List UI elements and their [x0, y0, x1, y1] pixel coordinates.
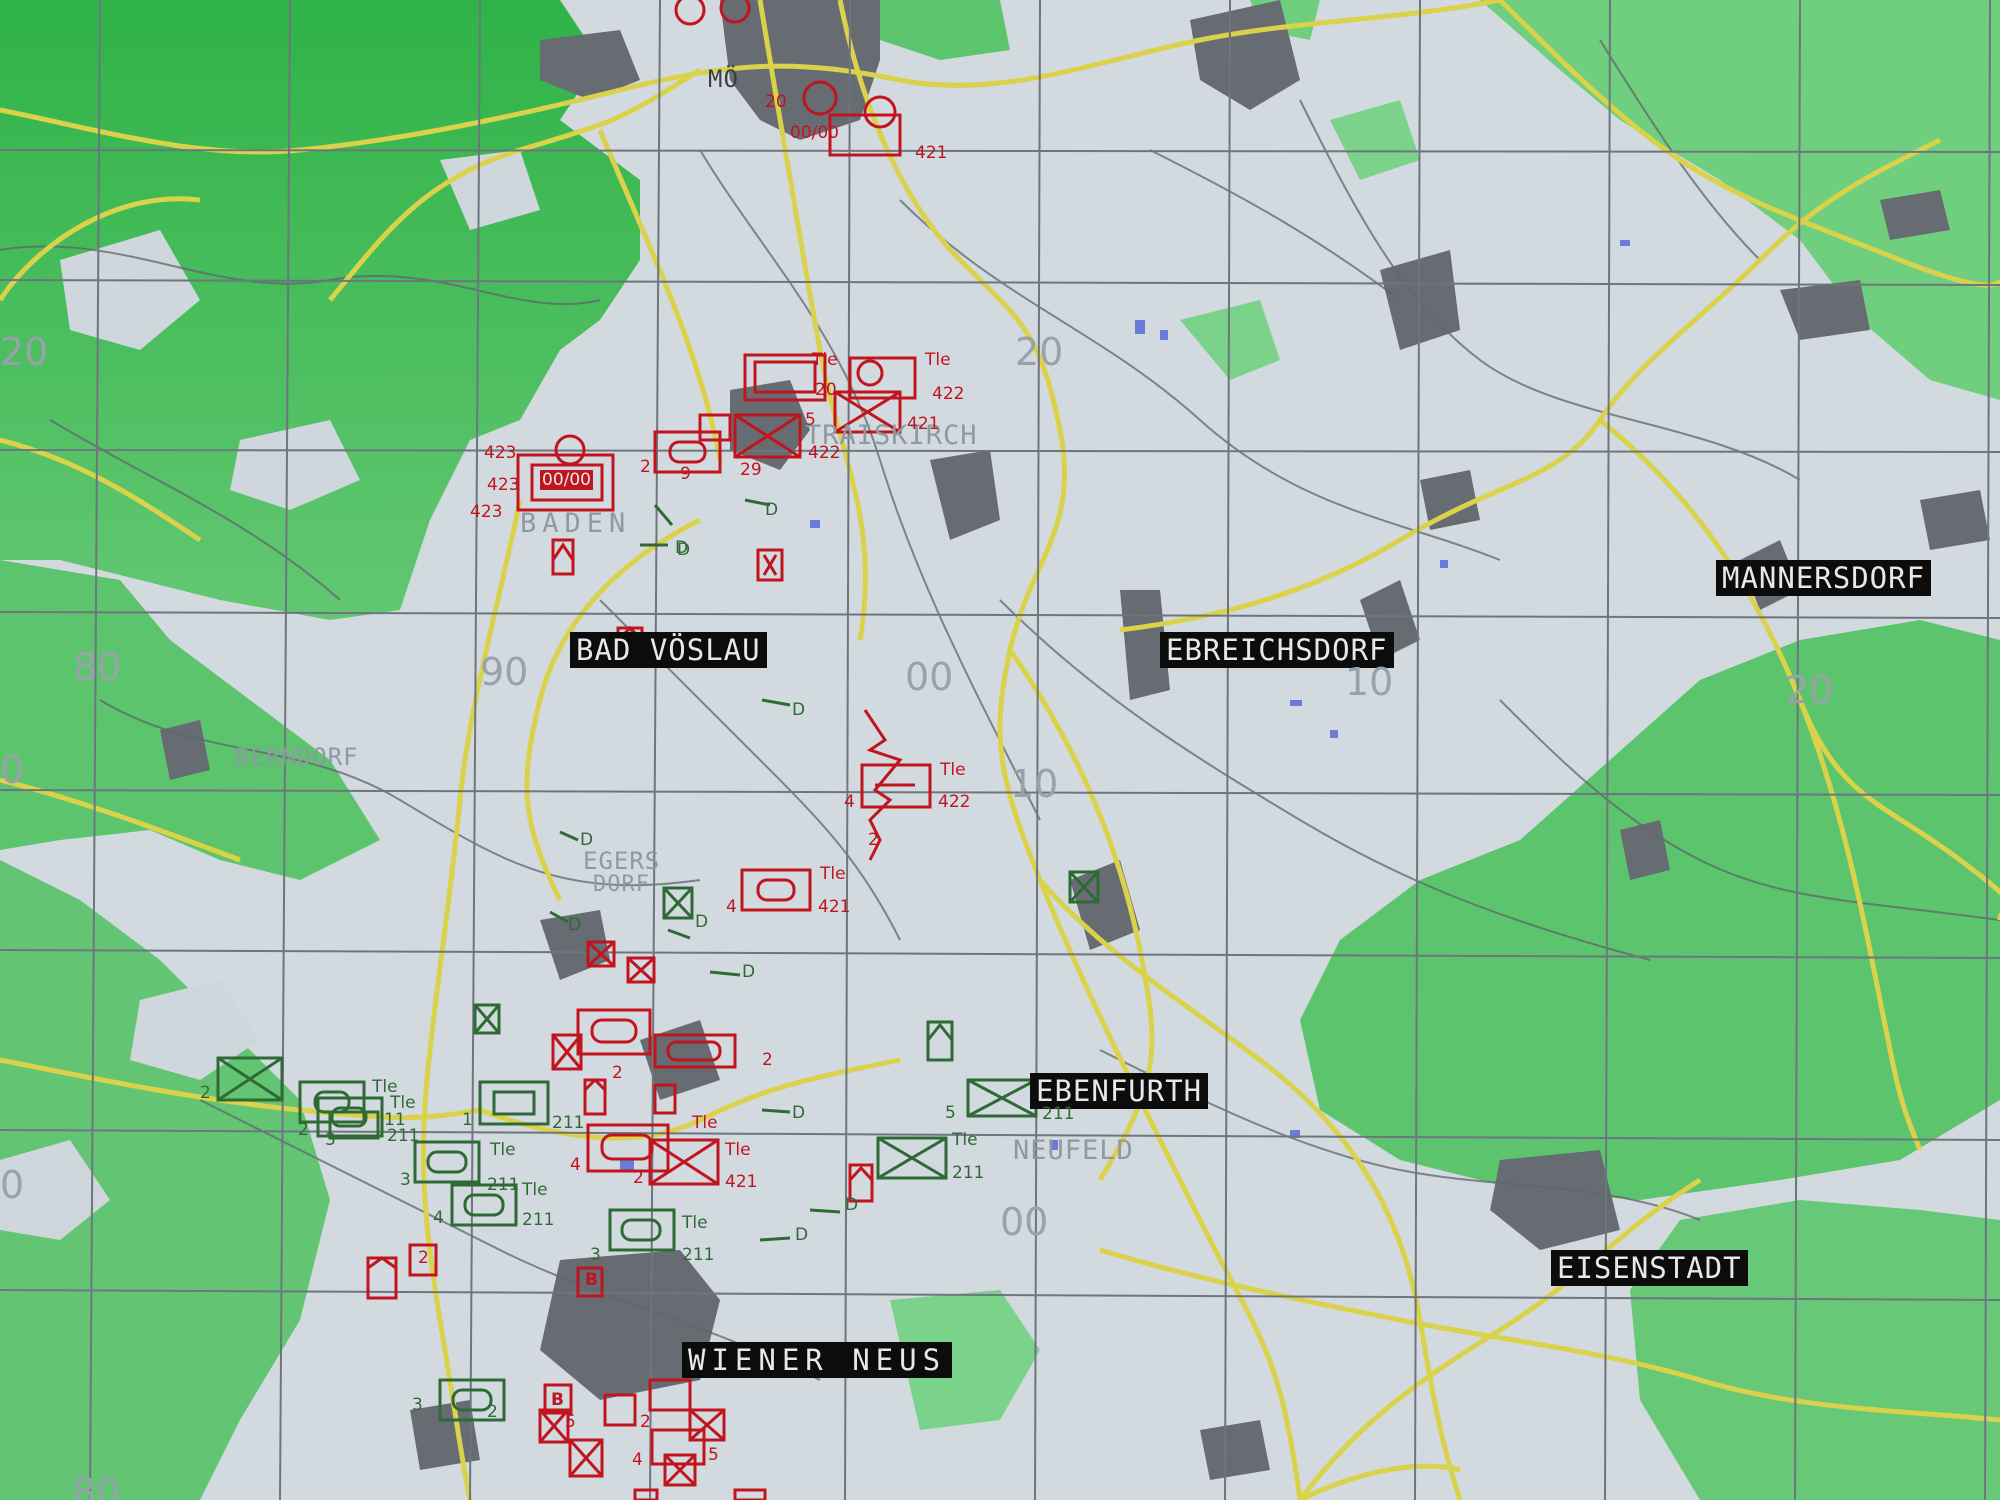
town-label-baden: BADEN [520, 508, 632, 539]
unit-label-d: D [792, 1103, 806, 1123]
grid-number: 20 [0, 330, 49, 374]
unit-label-3: 3 [400, 1170, 411, 1190]
unit-label-d: D [580, 830, 594, 850]
grid-number: 80 [72, 1470, 121, 1500]
unit-label-2: 2 [298, 1120, 309, 1140]
unit-label-d: D [568, 915, 582, 935]
grid-number: 0 [0, 748, 25, 792]
unit-label-tle: Tle [820, 864, 846, 884]
unit-label-b: B [585, 1270, 598, 1290]
unit-label-5: 5 [945, 1103, 956, 1123]
unit-label-4: 4 [433, 1208, 444, 1228]
town-label-eisenstadt: EISENSTADT [1551, 1250, 1748, 1286]
unit-label-211: 211 [1042, 1104, 1075, 1124]
grid-number: 80 [73, 645, 122, 689]
unit-label-tle: Tle [812, 350, 838, 370]
unit-label-tle: Tle [682, 1213, 708, 1233]
unit-label-2: 2 [762, 1050, 773, 1070]
unit-label-421: 421 [725, 1172, 758, 1192]
unit-label-5: 5 [565, 1412, 576, 1432]
unit-label-1: 1 [462, 1110, 473, 1130]
unit-label-4: 4 [570, 1155, 581, 1175]
unit-label-211: 211 [682, 1245, 715, 1265]
town-label-bad-voeslau: BAD VÖSLAU [570, 632, 767, 668]
unit-label-d: D [792, 700, 806, 720]
unit-label-211: 211 [522, 1210, 555, 1230]
unit-label-d: D [695, 912, 709, 932]
unit-label-2: 2 [418, 1248, 429, 1268]
unit-label-3: 3 [412, 1395, 423, 1415]
unit-label-tle: Tle [940, 760, 966, 780]
unit-label-421: 421 [818, 897, 851, 917]
town-label-neufeld: NEUFELD [1013, 1135, 1134, 1166]
unit-label-tle: Tle [725, 1140, 751, 1160]
grid-number: 90 [480, 650, 529, 694]
unit-label-420: 20 [765, 92, 787, 112]
unit-label-211: 211 [552, 1113, 585, 1133]
unit-label-tle: Tle [952, 1130, 978, 1150]
town-label-mannersdorf: MANNERSDORF [1716, 560, 1932, 596]
unit-label-2: 2 [200, 1083, 211, 1103]
unit-label-3: 3 [590, 1245, 601, 1265]
unit-label-2: 2 [640, 1412, 651, 1432]
unit-label-2: 2 [612, 1063, 623, 1083]
unit-label-423: 423 [470, 502, 503, 522]
grid-number: 10 [1010, 762, 1059, 806]
unit-label-423: 423 [484, 443, 517, 463]
unit-label-d: D [765, 500, 779, 520]
unit-label-4: 4 [632, 1450, 643, 1470]
unit-label-d: D [677, 540, 691, 560]
unit-label-20: 20 [815, 380, 837, 400]
unit-label-b: B [551, 1390, 564, 1410]
unit-label-2: 2 [633, 1168, 644, 1188]
unit-label-422: 422 [932, 384, 965, 404]
unit-label-2: 2 [868, 830, 879, 850]
unit-label-hq: 00/00 [540, 470, 593, 490]
unit-label-5: 5 [708, 1445, 719, 1465]
unit-label-421: 421 [915, 143, 948, 163]
unit-label-tle: Tle [925, 350, 951, 370]
unit-label-d: D [742, 962, 756, 982]
unit-label-4: 4 [844, 792, 855, 812]
unit-label-29: 29 [740, 460, 762, 480]
grid-number: 20 [1785, 668, 1834, 712]
unit-label-422: 422 [938, 792, 971, 812]
unit-label-5: 5 [805, 410, 816, 430]
unit-label-211: 211 [487, 1175, 520, 1195]
grid-number: 20 [1015, 330, 1064, 374]
unit-label-d: D [795, 1225, 809, 1245]
grid-number: 00 [905, 655, 954, 699]
unit-label-tle: Tle [522, 1180, 548, 1200]
unit-label-tle: Tle [692, 1113, 718, 1133]
town-label-wiener-neustadt: WIENER NEUS [682, 1342, 953, 1378]
unit-label-211: 211 [387, 1126, 420, 1146]
unit-label-3: 3 [325, 1130, 336, 1150]
tactical-map[interactable]: BAD VÖSLAU EBREICHSDORF MANNERSDORF EBEN… [0, 0, 2000, 1500]
unit-label-9: 9 [680, 464, 691, 484]
unit-label-423: 423 [487, 475, 520, 495]
unit-label-211: 211 [952, 1163, 985, 1183]
town-label-berndorf: BERNDORF [235, 743, 359, 771]
unit-label-421: 421 [907, 414, 940, 434]
town-label-egers: EGERS [583, 847, 661, 875]
unit-label-4: 4 [726, 897, 737, 917]
unit-label-tle: Tle [490, 1140, 516, 1160]
grid-number: 0 [0, 1163, 25, 1207]
unit-label-422: 422 [808, 443, 841, 463]
unit-label-2: 2 [640, 457, 651, 477]
grid-number: 10 [1345, 660, 1394, 704]
unit-label-d: D [845, 1195, 859, 1215]
grid-number: 00 [1000, 1200, 1049, 1244]
unit-label-hq: 00/00 [790, 123, 839, 143]
town-label-moedling: MÖ [708, 65, 739, 93]
town-label-dorf: DORF [593, 872, 650, 897]
unit-label-2: 2 [487, 1402, 498, 1422]
